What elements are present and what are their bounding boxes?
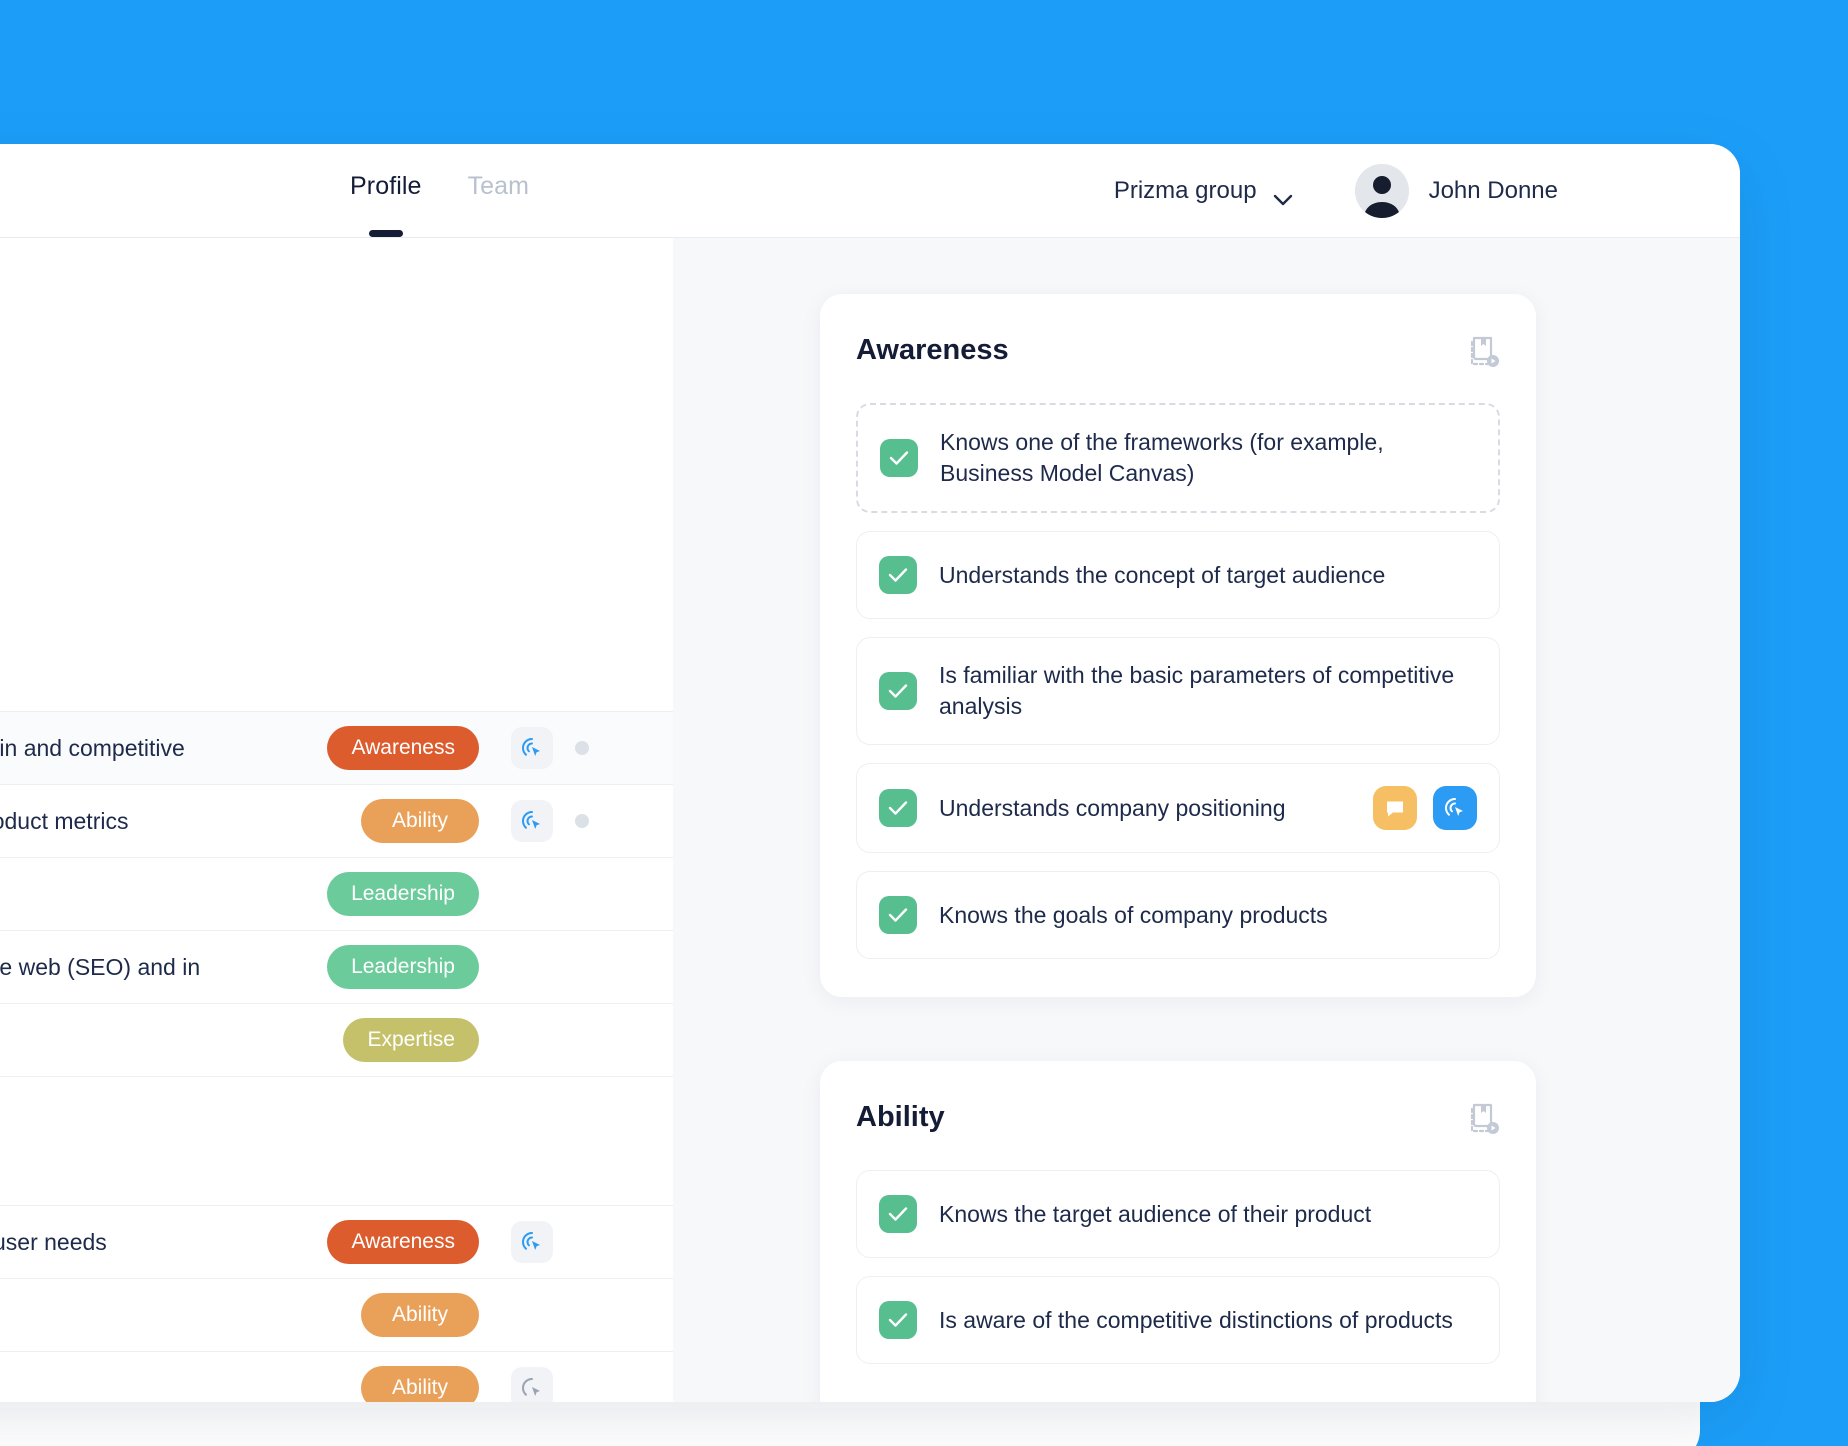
table-row-label: g UX & product metrics [0, 807, 129, 834]
user-name: John Donne [1428, 176, 1558, 204]
checkbox-checked[interactable] [879, 556, 917, 595]
table-row-label: umenting user needs [0, 1228, 107, 1255]
checklist-item-label: Is aware of the competitive distinctions… [939, 1306, 1453, 1333]
checklist-item[interactable]: Knows the goals of company products [856, 871, 1500, 960]
avatar [1354, 163, 1409, 218]
table-row[interactable]: g UX & product metrics Ability [0, 784, 673, 857]
card-title: Ability [856, 1101, 945, 1134]
click-target-icon[interactable] [511, 1221, 553, 1263]
right-panel: Awareness Knows one of the frameworks (f… [673, 238, 1740, 1402]
checklist-item-label: Knows one of the frameworks (for example… [940, 429, 1384, 487]
checklist-item[interactable]: Knows the target audience of their produ… [856, 1170, 1500, 1259]
click-target-icon[interactable] [511, 1367, 553, 1402]
skill-card-awareness: Awareness Knows one of the frameworks (f… [820, 294, 1536, 998]
comment-icon[interactable] [1373, 786, 1417, 831]
row-actions [511, 1367, 633, 1402]
click-target-icon[interactable] [1433, 786, 1477, 831]
status-badge: Expertise [343, 1018, 479, 1062]
checklist-item-label: Understands the concept of target audien… [939, 561, 1386, 588]
card-title: Awareness [856, 334, 1009, 366]
checklist-item[interactable]: Is aware of the competitive distinctions… [856, 1276, 1500, 1365]
checklist-item-label: Understands company positioning [939, 794, 1286, 821]
checkbox-checked[interactable] [880, 439, 918, 478]
checklist-item-label: Is familiar with the basic parameters of… [939, 662, 1455, 720]
skill-card-ability: Ability Knows the target audience of the… [820, 1061, 1536, 1402]
card-header: Awareness [856, 334, 1500, 373]
section-title: lysis [0, 638, 673, 667]
checklist-item[interactable]: Is familiar with the basic parameters of… [856, 637, 1500, 746]
tab-profile-label: Profile [350, 172, 422, 200]
row-actions [511, 800, 633, 842]
checkbox-checked[interactable] [879, 1195, 917, 1234]
top-bar-right: Prizma group John Donne [1114, 163, 1558, 218]
row-status-dot [575, 814, 589, 828]
tab-team[interactable]: Team [468, 172, 530, 237]
row-actions [511, 1221, 633, 1263]
checklist-item[interactable]: Understands company positioning [856, 763, 1500, 854]
checkbox-checked[interactable] [879, 672, 917, 711]
table-row[interactable]: ation on the web (SEO) and in Leadership [0, 930, 673, 1003]
table-row[interactable]: ig data Expertise [0, 1003, 673, 1076]
left-panel-top-spacer [0, 238, 673, 638]
row-status-dot [575, 741, 589, 755]
org-selector[interactable]: Prizma group [1114, 177, 1293, 205]
status-badge: Ability [361, 1366, 479, 1402]
user-menu[interactable]: John Donne [1354, 163, 1558, 218]
table-row-label: ig data [0, 1027, 343, 1054]
card-header: Ability [856, 1101, 1500, 1140]
section-title: s [0, 1132, 673, 1161]
checkbox-checked[interactable] [879, 789, 917, 828]
table-row-label: duct domain and competitive [0, 734, 185, 761]
table-row[interactable]: umenting user needs Awareness [0, 1205, 673, 1278]
top-bar: Profile Team Prizma group John Donne [0, 144, 1740, 238]
table-row-label: tions [0, 1302, 361, 1329]
chevron-down-icon [1273, 185, 1293, 205]
table-row[interactable]: otheses Leadership [0, 857, 673, 930]
main-tabs: Profile Team [350, 144, 529, 237]
table-row-label: otheses [0, 881, 327, 908]
tab-profile[interactable]: Profile [350, 172, 422, 237]
status-badge: Ability [361, 799, 479, 843]
status-badge: Awareness [327, 726, 479, 770]
book-play-icon[interactable] [1470, 1103, 1500, 1140]
left-panel: lysis duct domain and competitive Awaren… [0, 238, 673, 1402]
click-target-icon[interactable] [511, 800, 553, 842]
org-selector-label: Prizma group [1113, 176, 1257, 204]
checklist-item[interactable]: Knows one of the frameworks (for example… [856, 403, 1500, 514]
table-row-label: ation on the web (SEO) and in [0, 953, 201, 980]
checkbox-checked[interactable] [879, 896, 917, 935]
status-badge: Ability [361, 1293, 479, 1337]
checklist-item-label: Knows the target audience of their produ… [939, 1200, 1372, 1227]
status-badge: Leadership [327, 945, 479, 989]
status-badge: Awareness [327, 1220, 479, 1264]
row-actions [511, 727, 633, 769]
table-row[interactable]: tions Ability [0, 1278, 673, 1351]
table-row[interactable]: Ability [0, 1351, 673, 1402]
book-play-icon[interactable] [1470, 336, 1500, 373]
checklist-item-actions [1373, 786, 1477, 831]
checkbox-checked[interactable] [879, 1301, 917, 1340]
checklist-item-label: Knows the goals of company products [939, 901, 1328, 928]
status-badge: Leadership [327, 872, 479, 916]
click-target-icon[interactable] [511, 727, 553, 769]
app-window: Profile Team Prizma group John Donne in … [0, 144, 1740, 1402]
content-area: lysis duct domain and competitive Awaren… [0, 238, 1740, 1402]
checklist-item[interactable]: Understands the concept of target audien… [856, 531, 1500, 620]
table-row[interactable]: duct domain and competitive Awareness [0, 711, 673, 784]
tab-team-label: Team [467, 172, 530, 200]
